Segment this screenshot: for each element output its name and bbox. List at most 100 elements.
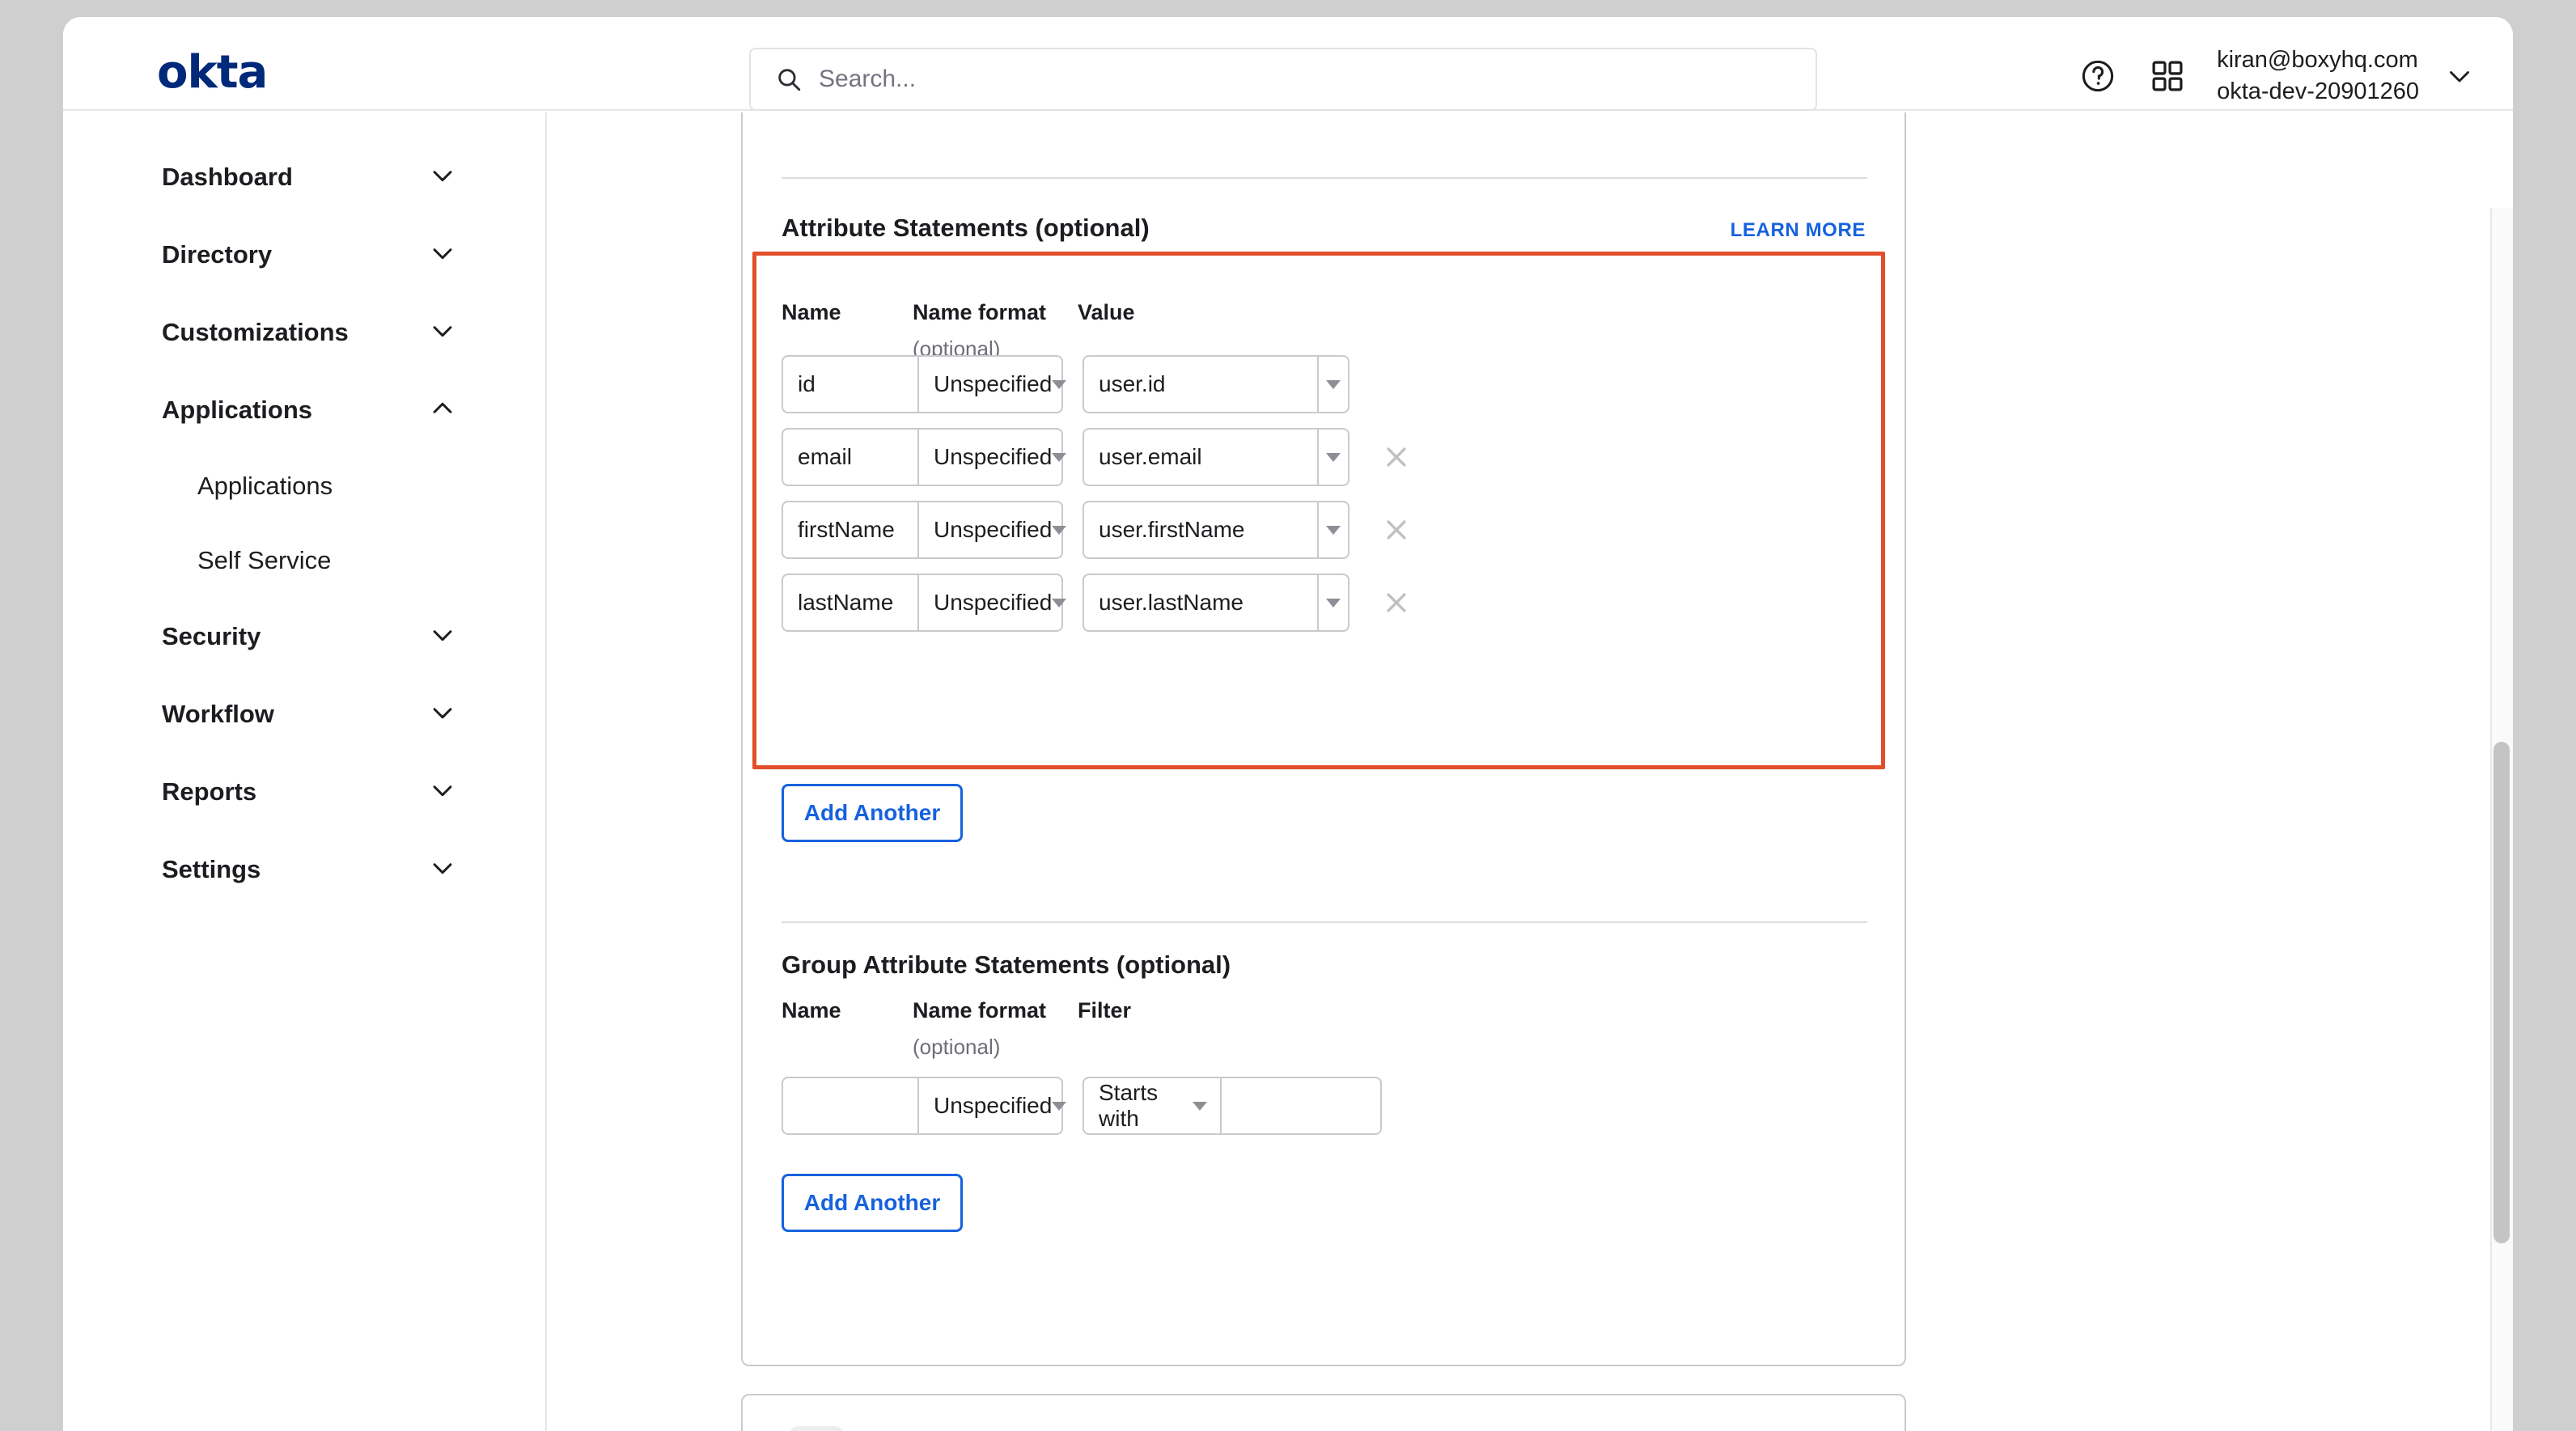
sidebar-subitem-label: Self Service: [197, 546, 331, 575]
saml-settings-card: Attribute Statements (optional) LEARN MO…: [741, 112, 1906, 1366]
chevron-down-icon[interactable]: [429, 239, 456, 271]
chevron-up-icon[interactable]: [429, 395, 456, 426]
attribute-name-format-value: Unspecified: [934, 371, 1052, 397]
attribute-value-input[interactable]: user.lastName: [1083, 574, 1317, 632]
chevron-down-icon: [1052, 380, 1066, 389]
add-another-group-button[interactable]: Add Another: [782, 1174, 963, 1232]
sidebar-item-label: Reports: [162, 777, 256, 807]
delete-attribute-row-icon[interactable]: [1380, 514, 1413, 546]
browser-window: okta: [63, 17, 2513, 1431]
attribute-name-input[interactable]: lastName: [782, 574, 917, 632]
group-name-format-value: Unspecified: [934, 1093, 1052, 1119]
account-menu[interactable]: kiran@boxyhq.com okta-dev-20901260: [2217, 44, 2419, 107]
attr-col-header-name: Name: [782, 300, 841, 325]
chevron-down-icon: [1326, 526, 1341, 535]
content-scrollbar-thumb[interactable]: [2493, 742, 2510, 1243]
top-bar-right: kiran@boxyhq.com okta-dev-20901260: [2063, 41, 2474, 111]
group-filter-value: Starts with: [1099, 1080, 1193, 1132]
apps-grid-icon[interactable]: [2133, 41, 2202, 111]
delete-attribute-row-icon[interactable]: [1380, 441, 1413, 473]
attribute-value-input[interactable]: user.firstName: [1083, 501, 1317, 559]
section-divider-mid: [782, 921, 1867, 923]
sidebar-item-label: Workflow: [162, 700, 274, 729]
sidebar-item-settings[interactable]: Settings: [63, 831, 545, 908]
sidebar-item-dashboard[interactable]: Dashboard: [63, 138, 545, 216]
attribute-row: firstName Unspecified user.firstName: [782, 501, 1413, 559]
group-attribute-statements-title: Group Attribute Statements (optional): [782, 950, 1231, 980]
sidebar-item-label: Dashboard: [162, 163, 293, 192]
delete-attribute-row-icon[interactable]: [1380, 586, 1413, 619]
search-input[interactable]: [819, 66, 1709, 93]
attribute-value-input[interactable]: user.email: [1083, 428, 1317, 486]
account-org: okta-dev-20901260: [2217, 76, 2419, 108]
chevron-down-icon[interactable]: [429, 854, 456, 886]
search-bar[interactable]: [749, 48, 1817, 111]
attribute-name-format-select[interactable]: Unspecified: [917, 501, 1063, 559]
chevron-down-icon: [1326, 599, 1341, 608]
sidebar-item-customizations[interactable]: Customizations: [63, 294, 545, 371]
group-col-header-name-format: Name format: [913, 998, 1046, 1023]
sidebar-item-label: Settings: [162, 855, 261, 884]
sidebar-item-workflow[interactable]: Workflow: [63, 675, 545, 753]
sidebar-item-directory[interactable]: Directory: [63, 216, 545, 294]
account-email: kiran@boxyhq.com: [2217, 44, 2418, 76]
sidebar-item-applications[interactable]: Applications: [63, 371, 545, 449]
group-name-format-select[interactable]: Unspecified: [917, 1077, 1063, 1135]
placeholder-chip: [790, 1426, 843, 1431]
attribute-value-dropdown-button[interactable]: [1317, 574, 1349, 632]
attr-col-header-name-format: Name format: [913, 300, 1046, 325]
attribute-name-format-select[interactable]: Unspecified: [917, 355, 1063, 413]
attribute-value-dropdown-button[interactable]: [1317, 355, 1349, 413]
chevron-down-icon: [1193, 1102, 1207, 1111]
chevron-down-icon[interactable]: [429, 699, 456, 730]
attribute-name-format-value: Unspecified: [934, 590, 1052, 616]
chevron-down-icon[interactable]: [429, 621, 456, 653]
sidebar-item-reports[interactable]: Reports: [63, 753, 545, 831]
attribute-name-format-select[interactable]: Unspecified: [917, 574, 1063, 632]
attribute-name-input[interactable]: firstName: [782, 501, 917, 559]
group-filter-select[interactable]: Starts with: [1083, 1077, 1220, 1135]
attribute-name-format-value: Unspecified: [934, 444, 1052, 470]
group-attribute-row: Unspecified Starts with: [782, 1077, 1382, 1135]
sidebar: Dashboard DirectoryCustomizations Applicat…: [63, 112, 547, 1431]
sidebar-subitem-self-service[interactable]: Self Service: [63, 523, 545, 598]
group-col-header-name: Name: [782, 998, 841, 1023]
chevron-down-icon: [1326, 380, 1341, 389]
chevron-down-icon[interactable]: [429, 162, 456, 193]
attribute-value-dropdown-button[interactable]: [1317, 501, 1349, 559]
chevron-down-icon: [1052, 1102, 1066, 1111]
attribute-value-dropdown-button[interactable]: [1317, 428, 1349, 486]
attribute-name-format-value: Unspecified: [934, 517, 1052, 543]
sidebar-item-label: Security: [162, 622, 261, 651]
group-col-header-filter: Filter: [1078, 998, 1131, 1023]
attribute-row: lastName Unspecified user.lastName: [782, 574, 1413, 632]
content-scrollbar[interactable]: [2490, 208, 2513, 1431]
group-name-input[interactable]: [782, 1077, 917, 1135]
section-divider-top: [782, 177, 1867, 179]
add-another-attribute-button[interactable]: Add Another: [782, 784, 963, 842]
chevron-down-icon: [1052, 453, 1066, 462]
attribute-name-input[interactable]: id: [782, 355, 917, 413]
attribute-value-input[interactable]: user.id: [1083, 355, 1317, 413]
attribute-statements-title: Attribute Statements (optional): [782, 214, 1150, 243]
attribute-name-input[interactable]: email: [782, 428, 917, 486]
main-content: Attribute Statements (optional) LEARN MO…: [547, 112, 2513, 1431]
okta-logo[interactable]: okta: [157, 46, 267, 99]
sidebar-subitem-label: Applications: [197, 472, 333, 501]
sidebar-item-security[interactable]: Security: [63, 598, 545, 675]
group-col-header-name-format-optional: (optional): [913, 1035, 1000, 1060]
chevron-down-icon[interactable]: [429, 777, 456, 808]
sidebar-item-label: Applications: [162, 396, 312, 425]
chevron-down-icon: [1052, 599, 1066, 608]
chevron-down-icon[interactable]: [2445, 61, 2474, 91]
attr-col-header-value: Value: [1078, 300, 1135, 325]
chevron-down-icon[interactable]: [429, 317, 456, 349]
top-bar: okta: [63, 17, 2513, 111]
sidebar-subitem-applications[interactable]: Applications: [63, 449, 545, 523]
learn-more-link[interactable]: LEARN MORE: [1731, 219, 1866, 242]
help-circle-icon[interactable]: [2063, 41, 2133, 111]
attribute-name-format-select[interactable]: Unspecified: [917, 428, 1063, 486]
group-filter-input[interactable]: [1220, 1077, 1382, 1135]
attribute-row: email Unspecified user.email: [782, 428, 1413, 486]
chevron-down-icon: [1326, 453, 1341, 462]
